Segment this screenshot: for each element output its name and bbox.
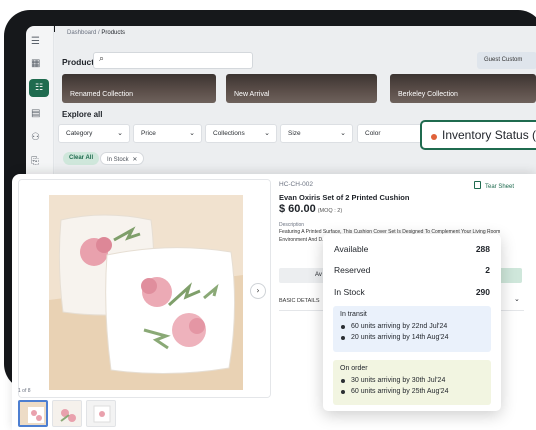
document-icon[interactable]: ▤ xyxy=(31,108,40,119)
available-label: Available xyxy=(334,244,369,254)
reserved-label: Reserved xyxy=(334,265,371,275)
filter-label: Collections xyxy=(213,130,245,137)
chevron-down-icon: ⌄ xyxy=(117,129,123,137)
product-sku: HC-CH-002 xyxy=(279,181,313,188)
breadcrumb: Dashboard / Products xyxy=(67,30,125,36)
chip-label: In Stock xyxy=(107,157,129,163)
product-price: $ 60.00 (MOQ : 2) xyxy=(279,203,342,215)
tear-sheet-label: Tear Sheet xyxy=(485,184,515,190)
list-item: 20 units arriving by 14th Aug'24 xyxy=(340,334,491,341)
breadcrumb-current: Products xyxy=(101,30,126,36)
on-order-section: On order 30 units arriving by 30th Jul'2… xyxy=(333,360,491,405)
on-order-heading: On order xyxy=(340,365,368,372)
filter-label: Size xyxy=(288,130,301,137)
available-value: 288 xyxy=(475,244,490,254)
filter-label: Price xyxy=(141,130,156,137)
product-name: Evan Oxiris Set of 2 Printed Cushion xyxy=(279,193,410,202)
thumbnail[interactable] xyxy=(52,400,82,427)
filter-label: Color xyxy=(365,130,381,137)
chevron-down-icon: ⌄ xyxy=(264,129,270,137)
moq-label: (MOQ : 2) xyxy=(317,208,343,214)
status-dot xyxy=(431,134,437,140)
filter-collections[interactable]: Collections ⌄ xyxy=(205,124,277,143)
thumbnail[interactable] xyxy=(86,400,116,427)
breadcrumb-dashboard[interactable]: Dashboard xyxy=(67,30,96,36)
collection-card[interactable]: New Arrival xyxy=(226,74,377,103)
search-input[interactable]: ⌕ xyxy=(93,52,253,69)
in-stock-value: 290 xyxy=(475,287,490,297)
in-transit-heading: In transit xyxy=(340,311,367,318)
collection-card[interactable]: Berkeley Collection xyxy=(390,74,536,103)
invoice-icon[interactable]: ⎘ xyxy=(31,156,39,167)
collection-label: Renamed Collection xyxy=(70,91,134,98)
tear-sheet-button[interactable]: Tear Sheet xyxy=(474,181,514,190)
chevron-down-icon[interactable]: ⌄ xyxy=(514,295,520,303)
inventory-status-label: Inventory Status (1) xyxy=(442,128,536,142)
users-icon[interactable]: ⚇ xyxy=(31,132,40,143)
breadcrumb-separator: / xyxy=(98,30,100,36)
reserved-row: Reserved 2 xyxy=(334,265,490,275)
list-item: 60 units arriving by 25th Aug'24 xyxy=(340,388,491,395)
chevron-down-icon: ⌄ xyxy=(340,129,346,137)
filter-label: Category xyxy=(66,130,93,137)
reserved-value: 2 xyxy=(485,265,490,275)
next-image-button[interactable]: › xyxy=(250,283,266,299)
in-stock-label: In Stock xyxy=(334,287,365,297)
search-icon: ⌕ xyxy=(99,54,105,64)
list-item: 30 units arriving by 30th Jul'24 xyxy=(340,377,491,384)
filter-color[interactable]: Color xyxy=(357,124,423,143)
inventory-status-filter[interactable]: Inventory Status (1) xyxy=(420,120,536,150)
product-image-frame xyxy=(18,179,271,398)
close-icon[interactable]: ✕ xyxy=(132,156,137,163)
products-icon[interactable]: ☷ xyxy=(29,79,49,97)
inventory-popover: Available 288 Reserved 2 In Stock 290 In… xyxy=(323,234,501,411)
filter-size[interactable]: Size ⌄ xyxy=(280,124,353,143)
image-counter: 1 of 8 xyxy=(18,388,31,394)
list-item: 60 units arriving by 22nd Jul'24 xyxy=(340,323,491,330)
price-value: $ 60.00 xyxy=(279,203,316,215)
product-image xyxy=(19,180,270,397)
document-icon xyxy=(474,181,481,189)
guest-customer-button[interactable]: Guest Custom xyxy=(477,52,536,69)
explore-all-heading: Explore all xyxy=(62,110,103,119)
in-stock-row: In Stock 290 xyxy=(334,287,490,297)
in-stock-chip[interactable]: In Stock ✕ xyxy=(100,152,145,165)
clear-all-chip[interactable]: Clear All xyxy=(63,152,100,165)
available-row: Available 288 xyxy=(334,244,490,254)
collection-label: New Arrival xyxy=(234,91,270,98)
thumbnail[interactable] xyxy=(18,400,48,427)
basic-details-toggle[interactable]: BASIC DETAILS xyxy=(279,298,320,304)
collection-card[interactable]: Renamed Collection xyxy=(62,74,216,103)
filter-price[interactable]: Price ⌄ xyxy=(133,124,202,143)
collection-label: Berkeley Collection xyxy=(398,91,458,98)
in-transit-section: In transit 60 units arriving by 22nd Jul… xyxy=(333,306,491,352)
chevron-down-icon: ⌄ xyxy=(189,129,195,137)
menu-icon[interactable]: ☰ xyxy=(31,36,40,47)
availability-label: Av xyxy=(315,272,322,278)
grid-icon[interactable]: ▦ xyxy=(31,58,40,69)
filter-category[interactable]: Category ⌄ xyxy=(58,124,130,143)
